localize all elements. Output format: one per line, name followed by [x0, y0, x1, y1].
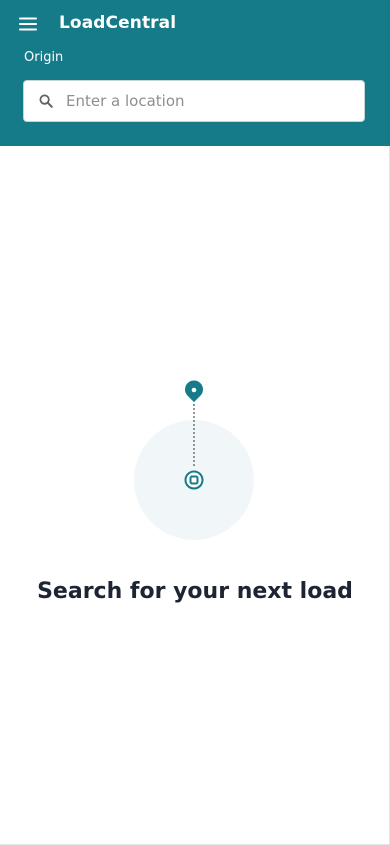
top-app-bar: LoadCentral Origin	[0, 0, 390, 146]
menu-button[interactable]	[14, 10, 42, 38]
location-pin-icon	[185, 380, 203, 402]
hamburger-menu-icon	[19, 17, 37, 31]
origin-search-field[interactable]	[23, 80, 365, 122]
search-icon	[38, 93, 54, 109]
origin-label: Origin	[24, 50, 64, 65]
target-icon	[184, 470, 204, 490]
origin-search-input[interactable]	[66, 86, 346, 116]
app-title: LoadCentral	[59, 13, 177, 33]
app-root: LoadCentral Origin Searc	[0, 0, 390, 845]
empty-state-heading: Search for your next load	[37, 579, 353, 604]
empty-state-illustration	[134, 380, 254, 540]
